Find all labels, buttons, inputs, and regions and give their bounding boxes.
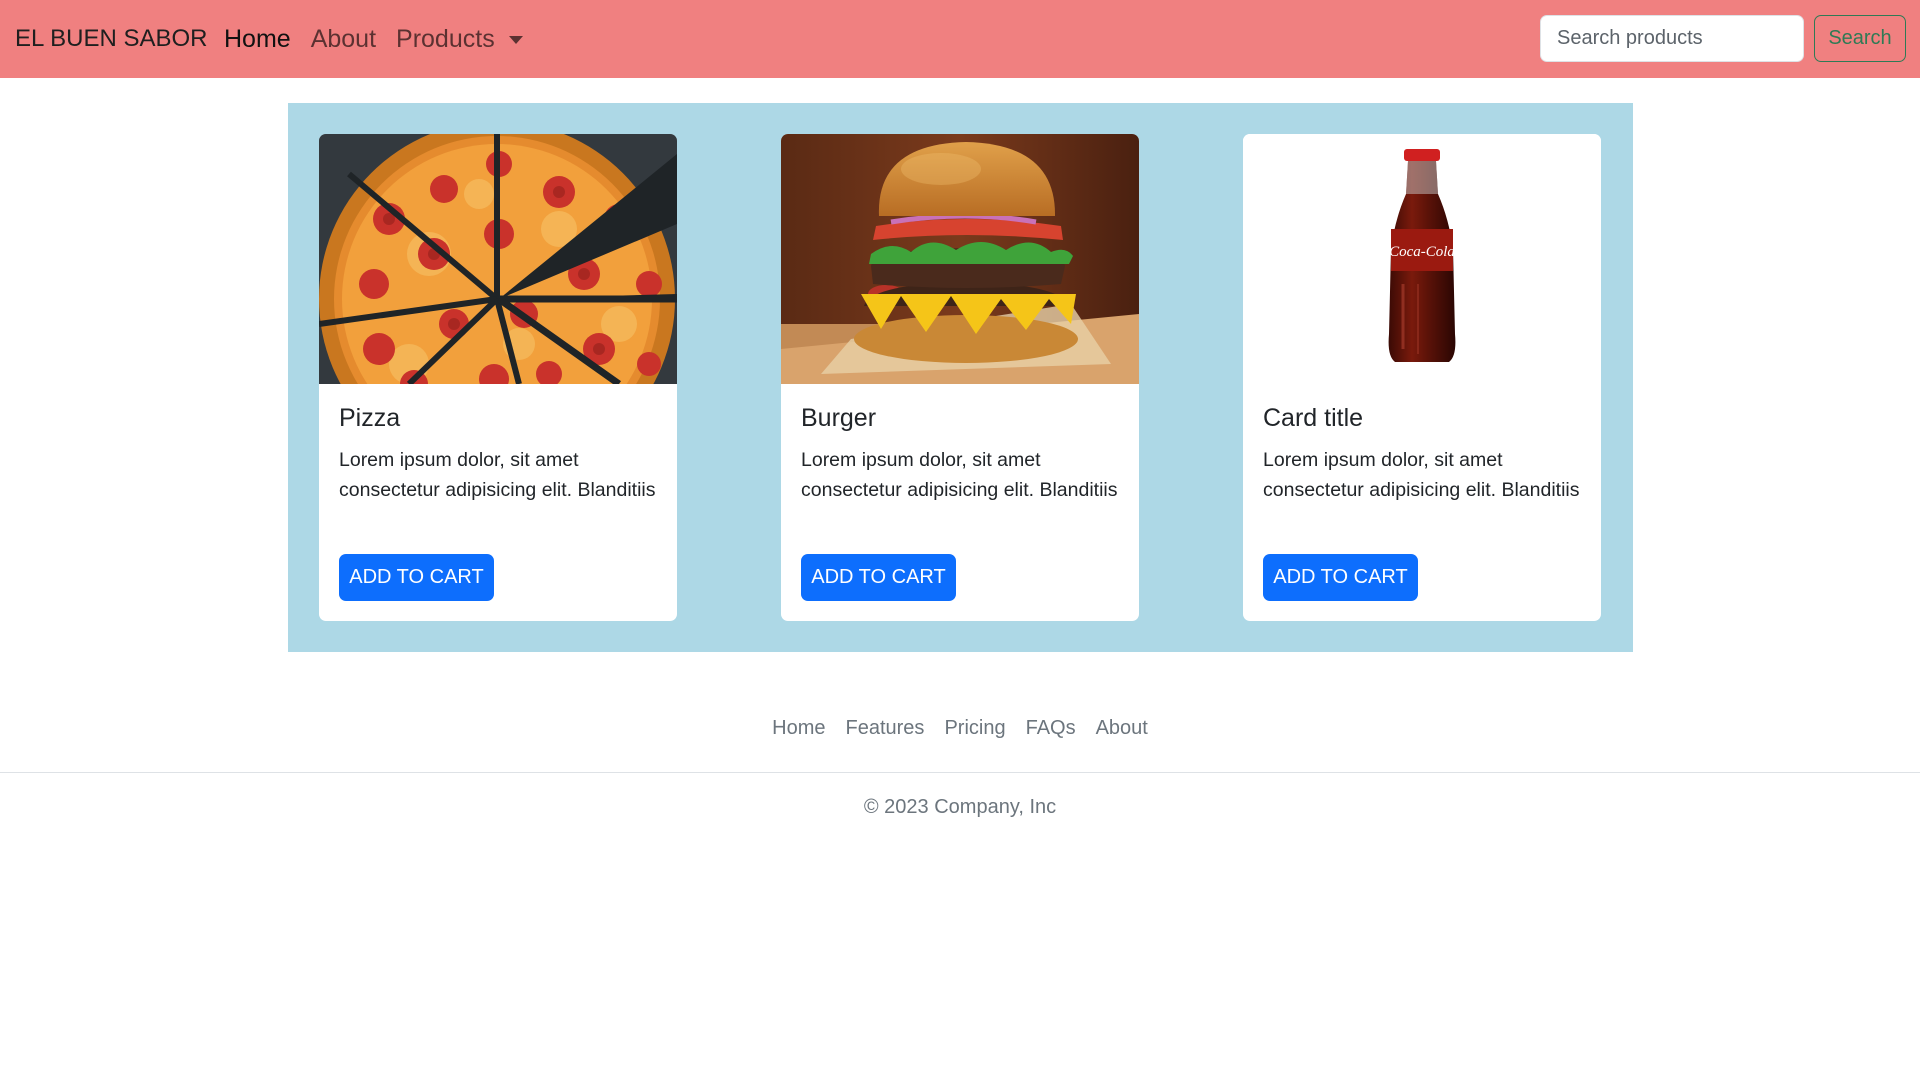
footer-link-about[interactable]: About [1096, 717, 1148, 740]
nav-link-products-dropdown[interactable]: Products [396, 25, 523, 54]
search-button[interactable]: Search [1814, 15, 1906, 62]
footer-divider [0, 772, 1920, 773]
card-title: Pizza [339, 404, 401, 432]
footer-link-pricing[interactable]: Pricing [944, 717, 1005, 740]
card-text: Lorem ipsum dolor, sit amet consectetur … [801, 449, 1118, 501]
brand-logo[interactable]: EL BUEN SABOR [15, 0, 208, 78]
product-card-burger: Burger Lorem ipsum dolor, sit amet conse… [781, 134, 1139, 621]
navbar: EL BUEN SABOR Home About Products Search [0, 0, 1920, 78]
product-card-pizza: Pizza Lorem ipsum dolor, sit amet consec… [319, 134, 677, 621]
products-section: Pizza Lorem ipsum dolor, sit amet consec… [288, 103, 1633, 652]
product-card-drink: Coca-Cola Card title Lorem ipsum dolor, … [1243, 134, 1601, 621]
footer-nav: Home Features Pricing FAQs About [0, 710, 1920, 746]
nav-link-home[interactable]: Home [224, 25, 291, 54]
nav-link-products-label: Products [396, 24, 495, 53]
footer-link-home[interactable]: Home [772, 717, 825, 740]
nav-links: Home About Products [224, 0, 543, 78]
copyright-text: © 2023 Company, Inc [863, 796, 1057, 818]
card-title: Burger [801, 404, 877, 432]
add-to-cart-button[interactable]: ADD TO CART [1263, 554, 1418, 601]
footer-link-faqs[interactable]: FAQs [1026, 717, 1076, 740]
burger-image [781, 134, 1139, 384]
svg-text:Coca-Cola: Coca-Cola [1389, 244, 1455, 260]
chevron-down-icon [508, 36, 523, 44]
footer-link-features[interactable]: Features [846, 717, 925, 740]
add-to-cart-button[interactable]: ADD TO CART [801, 554, 956, 601]
card-title: Card title [1263, 404, 1364, 432]
add-to-cart-button[interactable]: ADD TO CART [339, 554, 494, 601]
nav-link-about[interactable]: About [311, 25, 376, 54]
card-text: Lorem ipsum dolor, sit amet consectetur … [1263, 449, 1580, 501]
cola-bottle-image: Coca-Cola [1243, 134, 1601, 384]
pizza-image [319, 134, 677, 384]
card-text: Lorem ipsum dolor, sit amet consectetur … [339, 449, 656, 501]
search-input[interactable] [1540, 15, 1804, 62]
